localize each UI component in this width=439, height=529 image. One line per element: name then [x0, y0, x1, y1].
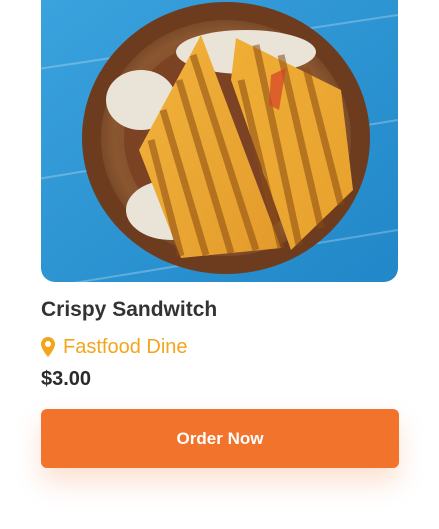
- map-pin-icon: [41, 337, 55, 357]
- product-title: Crispy Sandwitch: [41, 298, 218, 321]
- location-name: Fastfood Dine: [63, 335, 188, 358]
- product-price: $3.00: [41, 368, 92, 390]
- location-row: Fastfood Dine: [41, 333, 188, 361]
- product-image: [41, 0, 398, 282]
- order-now-button[interactable]: Order Now: [41, 409, 399, 468]
- product-card: Crispy Sandwitch Fastfood Dine $3.00 Ord…: [0, 0, 439, 529]
